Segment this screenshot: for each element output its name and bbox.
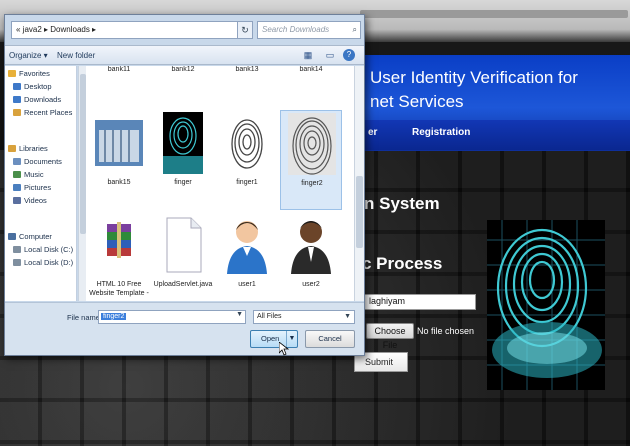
site-title-line-2: net Services [370, 92, 464, 111]
documents-icon [13, 158, 21, 165]
nav-libraries[interactable]: Libraries [8, 144, 48, 153]
image-icon [95, 120, 143, 166]
navigation-pane: Favorites Desktop Downloads Recent Place… [5, 66, 77, 301]
file-name: UploadServlet.java [153, 281, 213, 288]
help-icon[interactable]: ? [343, 49, 355, 61]
fingerprint-image-icon [163, 112, 203, 174]
chevron-down-icon: ▼ [344, 313, 351, 320]
new-folder-button[interactable]: New folder [57, 51, 95, 60]
file-item[interactable]: bank13 [216, 66, 278, 80]
file-item[interactable]: user2 [280, 212, 342, 301]
nav-downloads[interactable]: Downloads [13, 95, 61, 104]
nav-music[interactable]: Music [13, 170, 44, 179]
fingerprint-graphic [487, 220, 605, 390]
nav-desktop[interactable]: Desktop [13, 82, 52, 91]
music-icon [13, 171, 21, 178]
preview-pane-icon[interactable]: ▭ [323, 49, 337, 62]
file-item[interactable]: bank12 [152, 66, 214, 80]
file-name-input[interactable]: finger2 ▼ [98, 310, 246, 324]
fingerprint-scan-icon [487, 220, 605, 390]
fingerprint-image-icon [288, 113, 336, 175]
file-name-label: File name: [67, 313, 103, 322]
libraries-icon [8, 145, 16, 152]
search-icon: ⌕ [352, 25, 357, 34]
search-placeholder: Search Downloads [262, 25, 330, 34]
file-name: bank13 [235, 66, 259, 73]
file-type-select[interactable]: All Files ▼ [253, 310, 355, 324]
nav-pictures[interactable]: Pictures [13, 183, 51, 192]
address-bar[interactable]: « java2 ▸ Downloads ▸ [11, 21, 251, 39]
file-name: bank14 [299, 66, 323, 73]
videos-icon [13, 197, 21, 204]
user-avatar-icon [291, 221, 331, 274]
file-item[interactable]: finger1 [216, 110, 278, 210]
nav-link-user[interactable]: er [368, 127, 377, 138]
file-name: finger1 [236, 179, 258, 186]
file-name: bank11 [107, 66, 131, 73]
refresh-icon[interactable]: ↻ [237, 21, 253, 39]
navigation-scrollbar[interactable] [78, 66, 86, 301]
site-title: User Identity Verification for net Servi… [370, 66, 625, 114]
file-item[interactable]: finger [152, 110, 214, 210]
file-name: bank15 [107, 179, 131, 186]
file-name-value: finger2 [101, 313, 127, 320]
nav-local-disk-c[interactable]: Local Disk (C:) [13, 245, 73, 254]
file-item[interactable]: bank11 [88, 66, 150, 80]
file-name: bank12 [171, 66, 195, 73]
site-nav: er Registration [360, 120, 630, 150]
mouse-cursor-icon [279, 342, 289, 356]
disk-icon [13, 259, 21, 266]
nav-local-disk-d[interactable]: Local Disk (D:) [13, 258, 73, 267]
computer-icon [8, 233, 16, 240]
file-name: user2 [302, 281, 320, 288]
file-list-scrollbar[interactable] [354, 66, 364, 301]
name-input[interactable]: laghiyam [364, 294, 476, 310]
archive-icon [107, 222, 131, 258]
file-list: bank11 bank12 bank13 bank14 bank15 finge… [86, 66, 354, 301]
view-options-icon[interactable]: ▦ [301, 49, 315, 62]
file-type-value: All Files [257, 313, 282, 320]
site-title-line-1: User Identity Verification for [370, 68, 578, 87]
nav-computer[interactable]: Computer [8, 232, 52, 241]
cancel-button[interactable]: Cancel [305, 330, 355, 348]
nav-favorites[interactable]: Favorites [8, 69, 50, 78]
star-icon [8, 70, 16, 77]
nav-recent-places[interactable]: Recent Places [13, 108, 72, 117]
open-label: Open [261, 334, 280, 343]
nav-videos[interactable]: Videos [13, 196, 47, 205]
file-name: finger [174, 179, 192, 186]
file-item[interactable]: bank14 [280, 66, 342, 80]
file-name: user1 [238, 281, 256, 288]
fingerprint-image-icon [223, 112, 271, 174]
disk-icon [13, 246, 21, 253]
desktop-icon [13, 83, 21, 90]
search-input[interactable]: Search Downloads ⌕ [257, 21, 361, 39]
file-item[interactable]: user1 [216, 212, 278, 301]
user-avatar-icon [227, 221, 267, 274]
file-item[interactable]: bank15 [88, 110, 150, 210]
browser-tab-strip [360, 10, 628, 18]
file-name: finger2 [301, 180, 323, 187]
heading-process: c Process [362, 254, 443, 273]
document-icon [166, 217, 202, 273]
organize-button[interactable]: Organize ▾ [9, 51, 48, 60]
nav-documents[interactable]: Documents [13, 157, 62, 166]
no-file-chosen-text: No file chosen [417, 326, 475, 336]
pictures-icon [13, 184, 21, 191]
chevron-down-icon[interactable]: ▼ [236, 311, 243, 318]
scrollbar-thumb[interactable] [356, 176, 363, 248]
file-item[interactable]: UploadServlet.java [152, 212, 214, 301]
dialog-toolbar: Organize ▾ New folder ▦ ▭ ? [5, 45, 364, 65]
file-item-selected[interactable]: finger2 [280, 110, 342, 210]
heading-system: n System [364, 194, 440, 213]
recent-places-icon [13, 109, 21, 116]
choose-file-button[interactable]: Choose File [366, 323, 414, 350]
open-file-dialog: « java2 ▸ Downloads ▸ ↻ Search Downloads… [4, 14, 365, 356]
downloads-icon [13, 96, 21, 103]
nav-link-registration[interactable]: Registration [412, 127, 470, 138]
dialog-footer: File name: finger2 ▼ All Files ▼ Open ▼ … [5, 302, 364, 355]
open-button[interactable]: Open ▼ [250, 330, 298, 348]
file-name: HTML 10 Free Website Template - [89, 281, 149, 297]
file-item[interactable]: HTML 10 Free Website Template - [88, 212, 150, 301]
